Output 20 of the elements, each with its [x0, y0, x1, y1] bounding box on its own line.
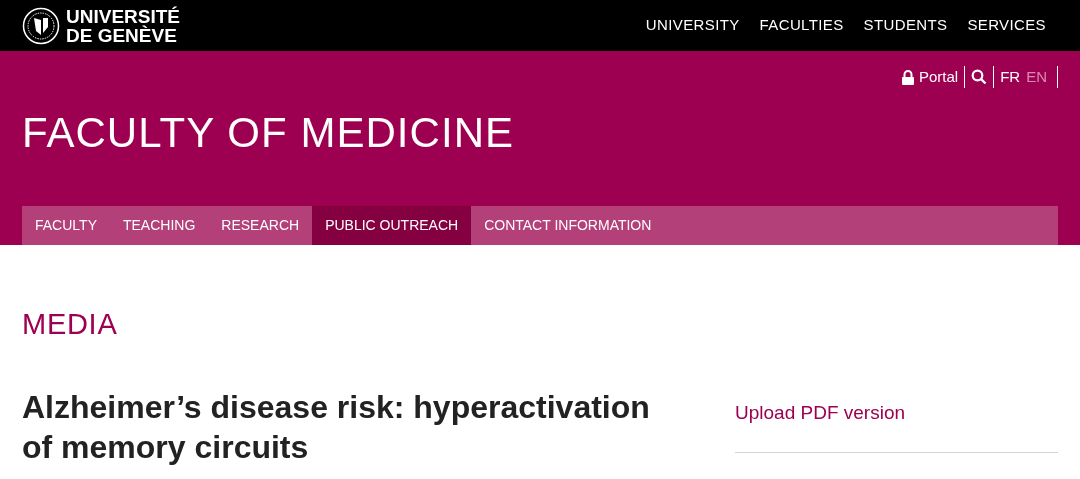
pdf-link[interactable]: Upload PDF version: [735, 401, 906, 423]
nav-tab[interactable]: FACULTY: [22, 206, 110, 245]
site-title: FACULTY OF MEDICINE: [22, 108, 516, 158]
logo-text[interactable]: DE GENÈVE: [66, 25, 181, 45]
top-nav-link[interactable]: STUDENTS: [863, 14, 948, 37]
nav-tab[interactable]: RESEARCH: [208, 206, 313, 245]
search-icon: [971, 69, 988, 85]
lock-icon: [900, 69, 915, 85]
section-title: MEDIA: [22, 307, 119, 342]
top-nav-link[interactable]: SERVICES: [967, 14, 1046, 37]
top-nav-link[interactable]: FACULTIES: [759, 14, 844, 37]
language-link[interactable]: FR: [1000, 65, 1021, 89]
nav-tab[interactable]: CONTACT INFORMATION: [471, 206, 665, 245]
nav-tab[interactable]: TEACHING: [110, 206, 209, 245]
university-seal-icon: [22, 6, 60, 45]
portal-link[interactable]: Portal: [900, 65, 966, 89]
nav-tab[interactable]: PUBLIC OUTREACH: [312, 206, 472, 245]
article-title: Alzheimer’s disease risk: hyperactivation of memory circuits: [22, 387, 651, 467]
logo-text[interactable]: UNIVERSITÉ: [66, 6, 181, 26]
top-nav-link[interactable]: UNIVERSITY: [645, 14, 740, 37]
